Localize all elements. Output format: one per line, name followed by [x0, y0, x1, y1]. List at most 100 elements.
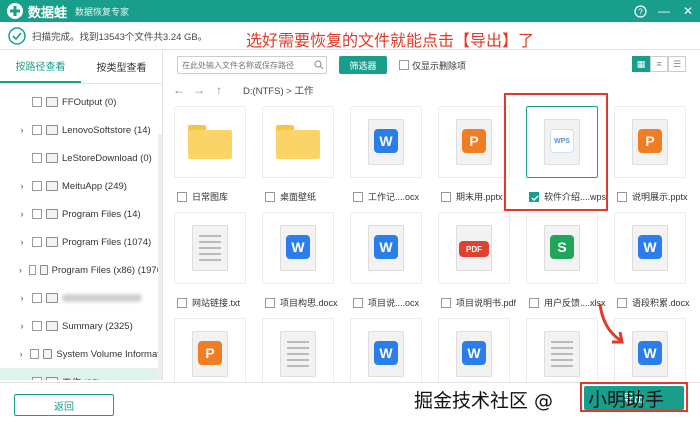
tree-item[interactable]: › Program Files (x86) (1976 [0, 256, 162, 284]
tree-item[interactable]: 工作 (25) [0, 368, 162, 380]
file-card[interactable]: W 项目构思.docx [255, 212, 341, 312]
show-deleted-toggle[interactable]: 仅显示删除项 [399, 59, 466, 72]
file-checkbox[interactable] [265, 298, 275, 308]
app-logo-icon [6, 2, 24, 20]
tree-item-checkbox[interactable] [32, 209, 42, 219]
file-thumbnail[interactable]: W [350, 318, 422, 382]
sidebar-scrollbar[interactable] [158, 134, 162, 380]
word-doc-icon: W [368, 225, 404, 271]
tree-item-checkbox[interactable] [32, 321, 42, 331]
file-card[interactable]: 网站链接.txt [167, 212, 253, 312]
tab-by-path[interactable]: 按路径查看 [0, 50, 81, 83]
file-name: 期末用.pptx [456, 192, 503, 202]
file-checkbox[interactable] [441, 192, 451, 202]
chevron-right-icon[interactable]: › [18, 237, 26, 247]
word-doc-icon: W [632, 225, 668, 271]
file-card[interactable]: P [167, 318, 253, 382]
file-card[interactable]: PDF 项目说明书.pdf [431, 212, 517, 312]
file-checkbox[interactable] [529, 298, 539, 308]
minimize-button[interactable]: — [652, 0, 676, 22]
check-circle-icon [8, 26, 26, 45]
file-checkbox[interactable] [353, 298, 363, 308]
up-arrow-icon[interactable]: ↑ [209, 83, 229, 97]
tree-item-checkbox[interactable] [32, 293, 42, 303]
file-card[interactable]: W 语段积累.docx [607, 212, 693, 312]
chevron-right-icon[interactable]: › [18, 293, 26, 303]
chevron-right-icon[interactable]: › [18, 125, 26, 135]
tree-item-checkbox[interactable] [32, 377, 42, 380]
file-thumbnail[interactable]: W [350, 106, 422, 178]
file-card[interactable]: W 工作记....ocx [343, 106, 429, 206]
tree-item[interactable]: › MeituApp (249) [0, 172, 162, 200]
forward-arrow-icon[interactable]: → [189, 83, 209, 97]
file-thumbnail[interactable]: S [526, 212, 598, 284]
chevron-right-icon[interactable]: › [18, 265, 23, 275]
tree-item-checkbox[interactable] [30, 349, 39, 359]
tree-item[interactable]: › Program Files (1074) [0, 228, 162, 256]
tree-item-checkbox[interactable] [32, 181, 42, 191]
chevron-right-icon[interactable]: › [18, 181, 26, 191]
tree-item-checkbox[interactable] [32, 125, 42, 135]
file-thumbnail[interactable]: W [262, 212, 334, 284]
file-thumbnail[interactable]: W [350, 212, 422, 284]
file-card[interactable]: S 用户反馈....xlsx [519, 212, 606, 312]
title-bar: 数据蛙 数据恢复专家 ? — ✕ [0, 0, 700, 22]
file-card[interactable]: W [431, 318, 517, 382]
tree-item[interactable]: › LenovoSoftstore (14) [0, 116, 162, 144]
folder-icon [276, 125, 320, 159]
file-checkbox[interactable] [441, 298, 451, 308]
tree-item-label: LenovoSoftstore (14) [62, 124, 151, 136]
tree-item[interactable]: FFOutput (0) [0, 88, 162, 116]
file-thumbnail[interactable]: W [614, 212, 686, 284]
file-card[interactable]: 日常图库 [167, 106, 253, 206]
chevron-right-icon[interactable]: › [18, 209, 26, 219]
detail-view-icon[interactable]: ☰ [668, 56, 686, 72]
file-name: 项目说明书.pdf [456, 298, 517, 308]
file-checkbox[interactable] [265, 192, 275, 202]
file-checkbox[interactable] [353, 192, 363, 202]
file-card[interactable]: W 项目说....ocx [343, 212, 429, 312]
filter-button[interactable]: 筛选器 [339, 56, 387, 74]
back-button[interactable]: 返回 [14, 394, 114, 416]
chevron-right-icon[interactable]: › [18, 321, 26, 331]
folder-icon [46, 181, 58, 191]
file-card[interactable]: 桌面壁纸 [255, 106, 341, 206]
file-thumbnail[interactable]: W [438, 318, 510, 382]
chevron-right-icon[interactable]: › [18, 349, 24, 359]
tree-item[interactable]: › System Volume Informati [0, 340, 162, 368]
tree-item[interactable]: › Summary (2325) [0, 312, 162, 340]
close-button[interactable]: ✕ [676, 0, 700, 22]
file-thumbnail[interactable] [262, 106, 334, 178]
list-view-icon[interactable]: ≡ [650, 56, 668, 72]
search-icon[interactable] [314, 60, 324, 70]
show-deleted-checkbox[interactable] [399, 60, 409, 70]
tree-item-checkbox[interactable] [32, 153, 42, 163]
file-checkbox[interactable] [617, 192, 627, 202]
back-arrow-icon[interactable]: ← [169, 83, 189, 97]
folder-icon [46, 293, 58, 303]
tree-item[interactable]: › [0, 284, 162, 312]
file-thumbnail[interactable] [262, 318, 334, 382]
tree-item-checkbox[interactable] [28, 265, 36, 275]
file-card[interactable]: P 说明展示.pptx [607, 106, 693, 206]
file-thumbnail[interactable]: PDF [438, 212, 510, 284]
tab-by-type[interactable]: 按类型查看 [81, 50, 162, 83]
file-thumbnail[interactable]: P [438, 106, 510, 178]
file-card[interactable] [255, 318, 341, 382]
search-box[interactable] [177, 56, 327, 74]
ppt-doc-icon: P [632, 119, 668, 165]
file-thumbnail[interactable]: P [174, 318, 246, 382]
file-thumbnail[interactable]: P [614, 106, 686, 178]
tree-item[interactable]: › Program Files (14) [0, 200, 162, 228]
tree-item-checkbox[interactable] [32, 237, 42, 247]
file-thumbnail[interactable] [174, 106, 246, 178]
file-checkbox[interactable] [177, 192, 187, 202]
tree-item[interactable]: LeStoreDownload (0) [0, 144, 162, 172]
file-thumbnail[interactable] [174, 212, 246, 284]
file-checkbox[interactable] [177, 298, 187, 308]
tree-item-checkbox[interactable] [32, 97, 42, 107]
search-input[interactable] [182, 60, 314, 70]
grid-view-icon[interactable]: ▦ [632, 56, 650, 72]
file-card[interactable]: W [343, 318, 429, 382]
help-icon[interactable]: ? [628, 0, 652, 22]
